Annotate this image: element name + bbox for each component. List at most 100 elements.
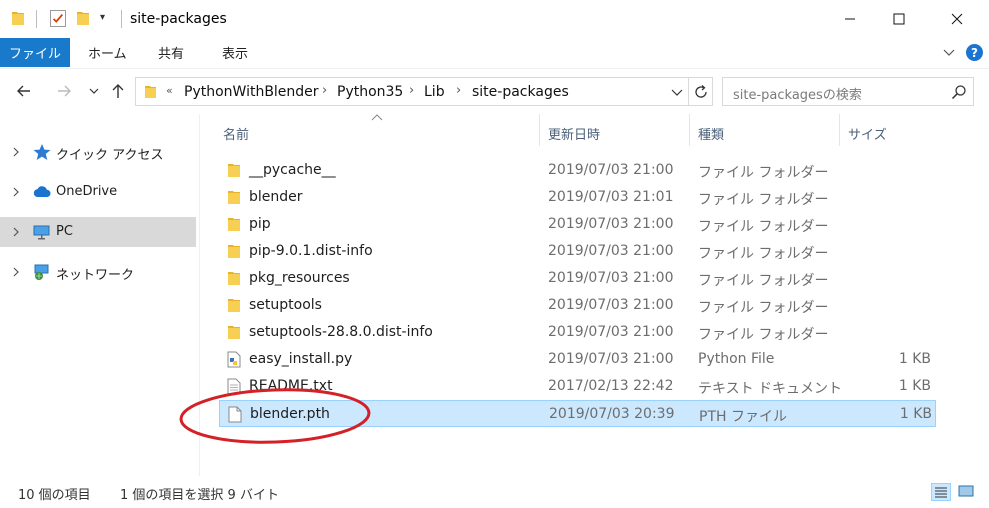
up-button[interactable]: [106, 79, 130, 103]
chevron-right-icon[interactable]: [10, 266, 22, 278]
forward-button[interactable]: [52, 79, 76, 103]
file-row[interactable]: setuptools-28.8.0.dist-info 2019/07/03 2…: [219, 319, 936, 346]
column-header-name[interactable]: 名前: [219, 114, 539, 152]
breadcrumb-item[interactable]: site-packages: [472, 84, 569, 100]
file-name: blender: [249, 189, 303, 205]
maximize-icon: [893, 13, 905, 25]
breadcrumb-item[interactable]: Python35: [337, 84, 403, 100]
file-icon: [228, 406, 242, 423]
file-size: 1 KB: [898, 351, 931, 367]
folder-icon[interactable]: [11, 10, 25, 27]
expand-ribbon-icon[interactable]: [943, 46, 955, 58]
navigation-pane: クイック アクセス OneDrive PC ネットワーク: [0, 114, 200, 476]
breadcrumb-separator[interactable]: ›: [322, 83, 327, 98]
recent-locations-button[interactable]: [82, 79, 106, 103]
column-header-type[interactable]: 種類: [690, 114, 838, 152]
file-name: setuptools-28.8.0.dist-info: [249, 324, 433, 340]
file-row[interactable]: setuptools 2019/07/03 21:00 ファイル フォルダー: [219, 292, 936, 319]
file-row[interactable]: __pycache__ 2019/07/03 21:00 ファイル フォルダー: [219, 157, 936, 184]
file-size: 1 KB: [898, 378, 931, 394]
folder-icon: [228, 272, 240, 285]
chevron-right-icon[interactable]: [10, 226, 22, 238]
back-button[interactable]: [12, 79, 36, 103]
file-row-selected[interactable]: blender.pth 2019/07/03 20:39 PTH ファイル 1 …: [219, 400, 936, 427]
refresh-button[interactable]: [689, 77, 713, 106]
file-type: ファイル フォルダー: [698, 246, 829, 262]
quick-access-separator: [36, 10, 37, 28]
search-input[interactable]: site-packagesの検索: [722, 77, 974, 106]
new-folder-icon[interactable]: [76, 10, 90, 27]
file-name: blender.pth: [250, 406, 330, 422]
search-placeholder: site-packagesの検索: [733, 88, 862, 103]
file-date: 2019/07/03 21:00: [548, 243, 674, 259]
nav-item-network[interactable]: ネットワーク: [0, 257, 196, 287]
file-name: easy_install.py: [249, 351, 353, 367]
file-date: 2019/07/03 21:00: [548, 351, 674, 367]
title-bar: ▾ site-packages: [0, 0, 989, 38]
chevron-right-icon[interactable]: [10, 146, 22, 158]
file-date: 2019/07/03 21:00: [548, 162, 674, 178]
folder-icon: [228, 326, 240, 339]
column-header-label: 種類: [698, 128, 725, 143]
chevron-right-icon[interactable]: [10, 186, 22, 198]
file-row[interactable]: pip 2019/07/03 21:00 ファイル フォルダー: [219, 211, 936, 238]
file-name: __pycache__: [249, 162, 336, 178]
file-name: README.txt: [249, 378, 333, 394]
file-type: ファイル フォルダー: [698, 300, 829, 316]
folder-icon: [228, 164, 240, 177]
refresh-icon: [694, 84, 707, 98]
file-row[interactable]: easy_install.py 2019/07/03 21:00 Python …: [219, 346, 936, 373]
file-row[interactable]: pkg_resources 2019/07/03 21:00 ファイル フォルダ…: [219, 265, 936, 292]
breadcrumb-overflow[interactable]: «: [166, 84, 173, 97]
file-row[interactable]: pip-9.0.1.dist-info 2019/07/03 21:00 ファイ…: [219, 238, 936, 265]
search-icon[interactable]: [951, 84, 967, 100]
close-icon: [951, 13, 963, 25]
nav-item-quick-access[interactable]: クイック アクセス: [0, 137, 196, 167]
close-button[interactable]: [934, 0, 980, 38]
file-type: テキスト ドキュメント: [698, 381, 843, 397]
help-icon[interactable]: ?: [966, 44, 983, 61]
window-title: site-packages: [130, 11, 227, 27]
details-view-button[interactable]: [931, 483, 951, 501]
minimize-button[interactable]: [827, 0, 873, 38]
file-name: setuptools: [249, 297, 322, 313]
python-file-icon: [227, 351, 241, 368]
chevron-down-icon[interactable]: [670, 85, 684, 99]
file-type: PTH ファイル: [699, 409, 787, 425]
tab-home[interactable]: ホーム: [88, 38, 127, 67]
nav-item-onedrive[interactable]: OneDrive: [0, 177, 196, 207]
column-header-date[interactable]: 更新日時: [540, 114, 688, 152]
back-arrow-icon: [17, 85, 30, 97]
column-header-size[interactable]: サイズ: [840, 114, 936, 152]
file-type: ファイル フォルダー: [698, 219, 829, 235]
star-icon: [33, 144, 51, 160]
tab-view[interactable]: 表示: [222, 38, 248, 67]
file-name: pip: [249, 216, 271, 232]
nav-label: クイック アクセス: [56, 148, 164, 163]
file-row[interactable]: blender 2019/07/03 21:01 ファイル フォルダー: [219, 184, 936, 211]
pane-divider[interactable]: [199, 114, 200, 476]
customize-quick-access-icon[interactable]: ▾: [100, 12, 105, 23]
properties-icon[interactable]: [50, 10, 66, 27]
minimize-icon: [845, 18, 855, 20]
breadcrumb-separator[interactable]: ›: [456, 83, 461, 98]
tab-share[interactable]: 共有: [158, 38, 184, 67]
maximize-button[interactable]: [876, 0, 922, 38]
file-name: pip-9.0.1.dist-info: [249, 243, 373, 259]
breadcrumb-item[interactable]: Lib: [424, 84, 445, 100]
address-bar[interactable]: « PythonWithBlender › Python35 › Lib › s…: [135, 77, 689, 106]
file-type: Python File: [698, 351, 775, 367]
file-date: 2019/07/03 21:00: [548, 297, 674, 313]
column-header-label: サイズ: [848, 128, 887, 143]
text-file-icon: [227, 378, 241, 395]
folder-icon: [228, 218, 240, 231]
file-row[interactable]: README.txt 2017/02/13 22:42 テキスト ドキュメント …: [219, 373, 936, 400]
nav-item-pc[interactable]: PC: [0, 217, 196, 247]
tab-file[interactable]: ファイル: [0, 38, 70, 67]
folder-icon: [228, 299, 240, 312]
file-date: 2019/07/03 21:00: [548, 216, 674, 232]
breadcrumb-separator[interactable]: ›: [409, 83, 414, 98]
file-date: 2019/07/03 20:39: [549, 406, 675, 422]
breadcrumb-item[interactable]: PythonWithBlender: [184, 84, 319, 100]
large-icons-view-button[interactable]: [957, 483, 977, 501]
